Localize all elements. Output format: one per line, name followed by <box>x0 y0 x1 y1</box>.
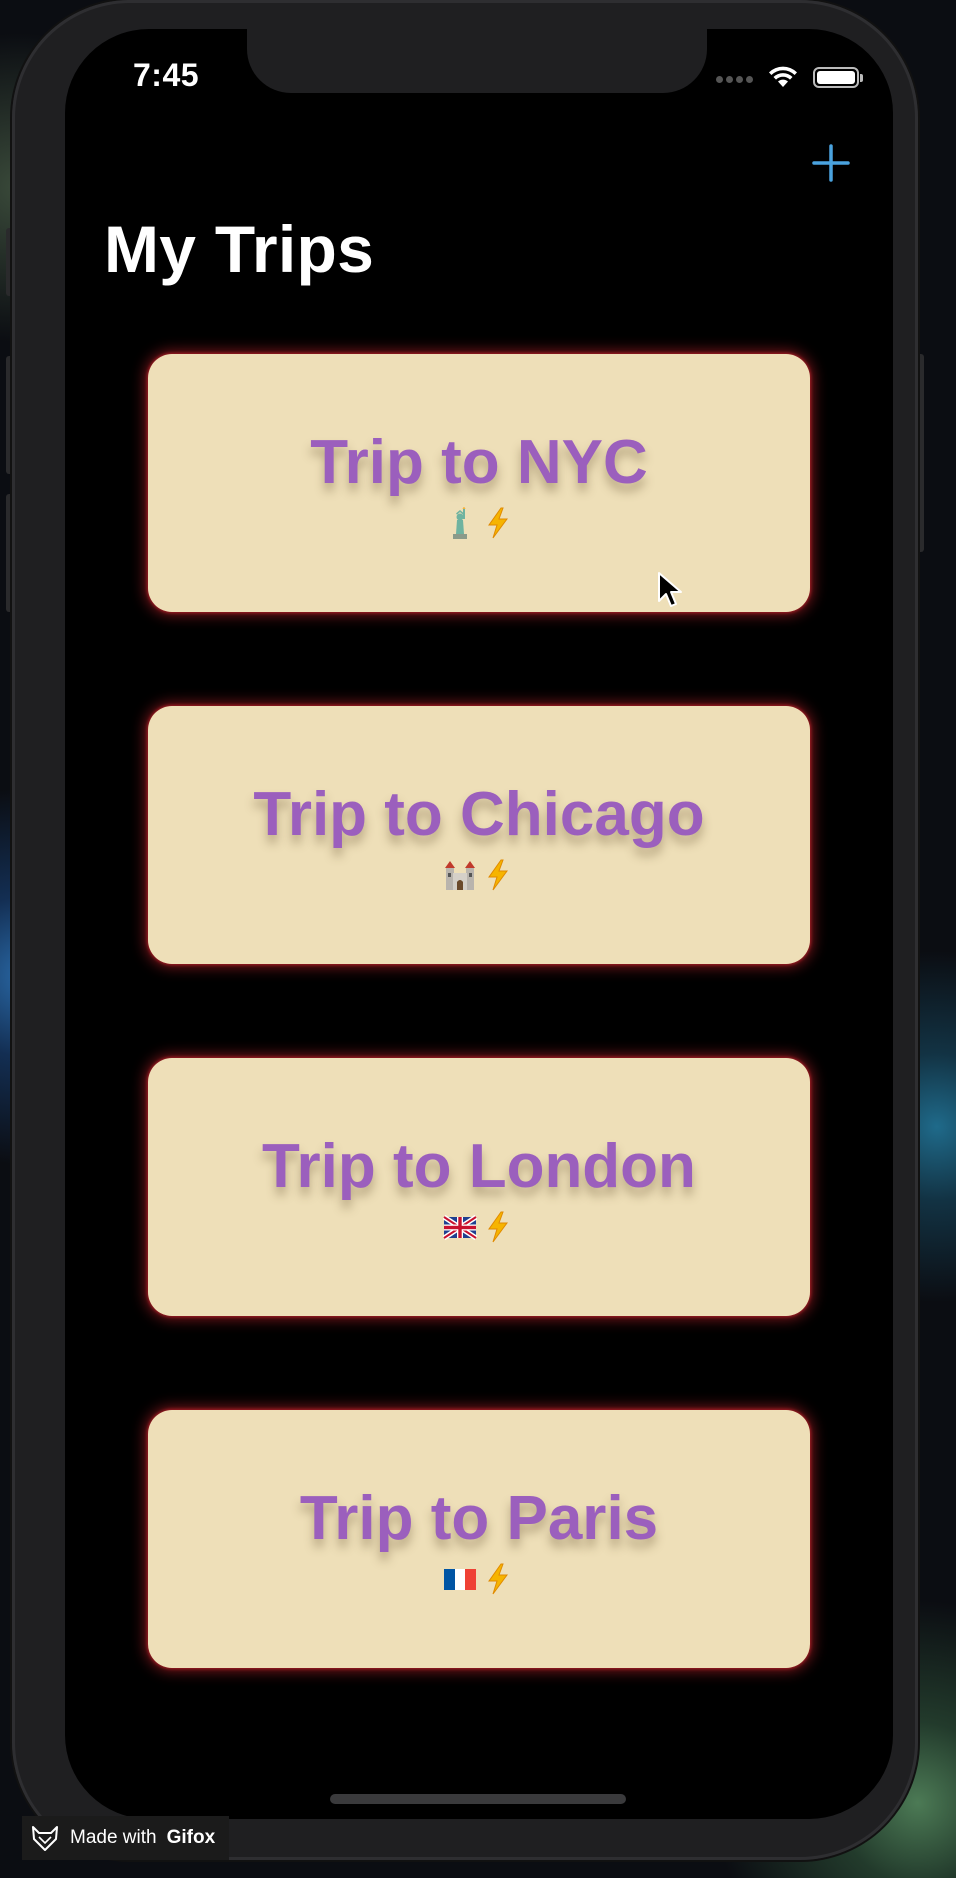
wifi-icon <box>769 66 797 87</box>
gifox-watermark: Made with Gifox <box>22 1816 230 1860</box>
notch <box>247 29 707 93</box>
trip-emoji-row <box>443 1210 515 1244</box>
trip-title: Trip to Chicago <box>253 780 705 849</box>
trip-title: Trip to Paris <box>299 1484 659 1553</box>
app-screen: 7:45 My Trips Trip to NYC Trip to Chicag… <box>65 29 893 1819</box>
trip-card-nyc[interactable]: Trip to NYC <box>148 354 810 612</box>
trip-emoji-row <box>443 858 515 892</box>
cellular-signal-icon <box>713 68 753 87</box>
trip-card-london[interactable]: Trip to London <box>148 1058 810 1316</box>
status-icons <box>713 65 863 89</box>
trip-title: Trip to NYC <box>310 428 648 497</box>
plus-icon <box>812 144 850 182</box>
trip-card-paris[interactable]: Trip to Paris <box>148 1410 810 1668</box>
trip-card-chicago[interactable]: Trip to Chicago <box>148 706 810 964</box>
high-voltage-icon <box>488 859 508 891</box>
add-trip-button[interactable] <box>807 139 855 187</box>
trip-emoji-row <box>443 506 515 540</box>
trip-emoji-row <box>443 1562 515 1596</box>
fox-logo-icon <box>32 1826 58 1851</box>
high-voltage-icon <box>488 1211 508 1243</box>
high-voltage-icon <box>488 1563 508 1595</box>
battery-icon <box>813 66 863 88</box>
mouse-pointer-icon <box>658 572 682 607</box>
page-title: My Trips <box>104 212 375 286</box>
statue-of-liberty-icon <box>453 507 467 539</box>
watermark-prefix: Made with <box>70 1827 157 1848</box>
flag-uk-icon <box>443 1214 477 1241</box>
trip-title: Trip to London <box>262 1132 696 1201</box>
phone-frame: 7:45 My Trips Trip to NYC Trip to Chicag… <box>12 0 918 1860</box>
home-indicator[interactable] <box>330 1794 626 1804</box>
watermark-brand: Gifox <box>166 1827 216 1848</box>
high-voltage-icon <box>488 507 508 539</box>
flag-france-icon <box>444 1569 476 1590</box>
castle-icon <box>445 861 475 890</box>
status-time: 7:45 <box>133 57 200 93</box>
